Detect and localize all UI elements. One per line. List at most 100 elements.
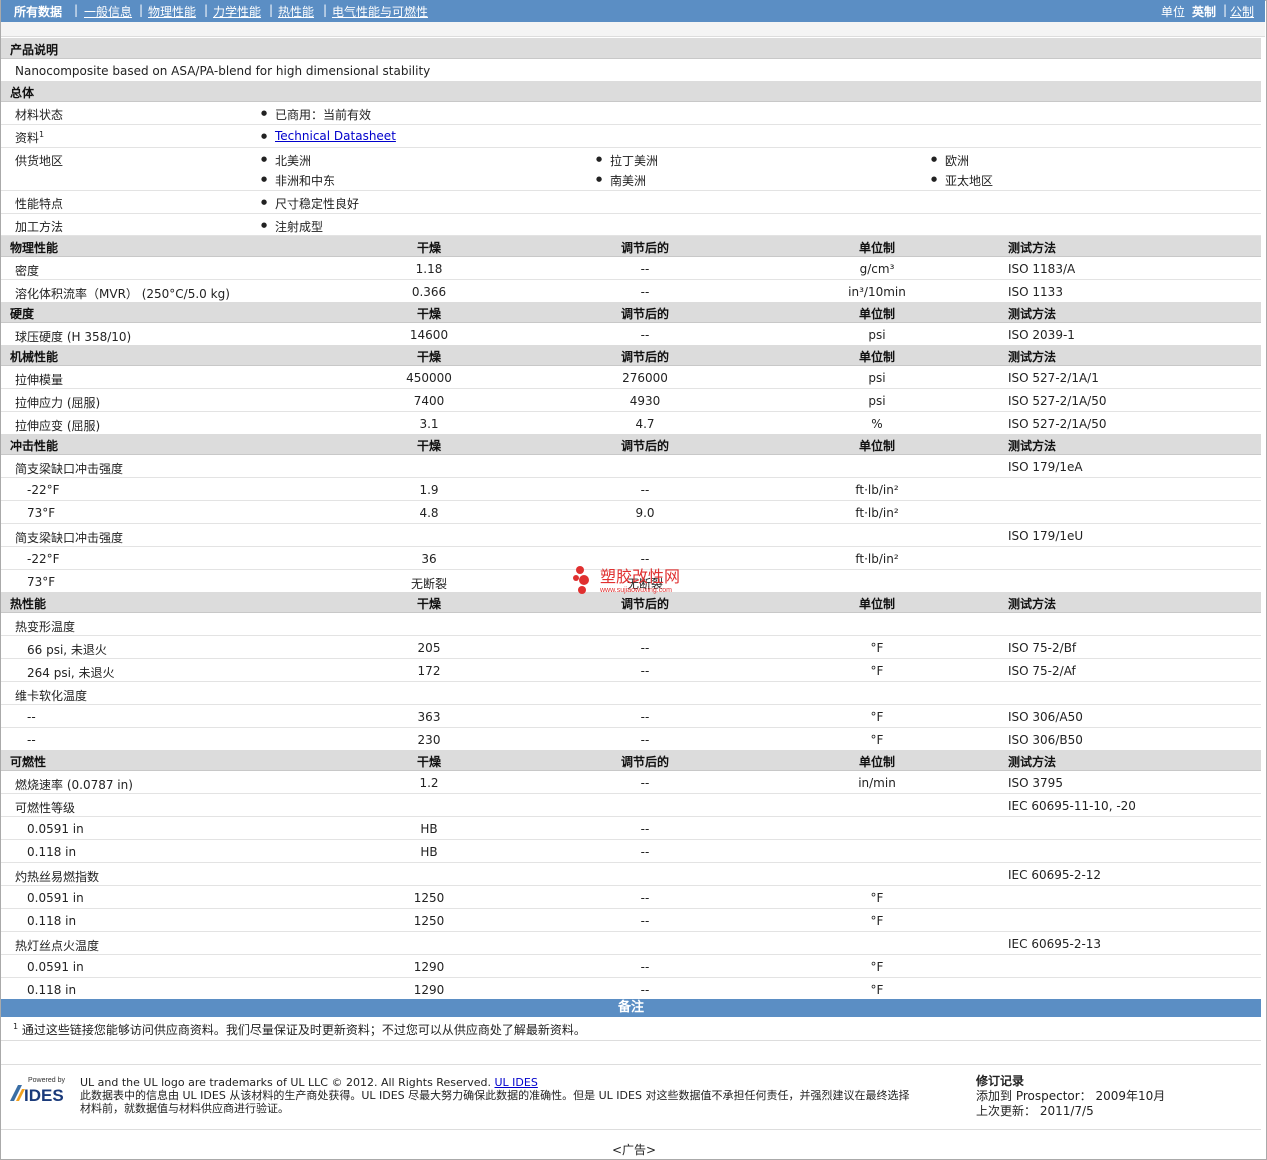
value-conditioned: 9.0 (635, 506, 655, 520)
value-conditioned: 276000 (622, 371, 668, 385)
general-row-source: 资料1 Technical Datasheet (1, 124, 1261, 148)
value-unit: ft·lb/in² (855, 483, 899, 497)
row-value: 尺寸稳定性良好 (261, 195, 359, 212)
product-description: Nanocomposite based on ASA/PA-blend for … (15, 64, 431, 78)
property-name: 0.118 in (27, 914, 77, 928)
property-name: -22°F (27, 483, 60, 497)
test-method: ISO 527-2/1A/1 (1008, 371, 1099, 385)
property-name: 66 psi, 未退火 (27, 643, 107, 657)
value-dry: 1.2 (419, 776, 439, 790)
value-dry: HB (420, 845, 438, 859)
section-header-hardness: 硬度 干燥 调节后的 单位制 测试方法 (1, 302, 1261, 323)
test-method: ISO 75-2/Bf (1008, 641, 1077, 655)
general-row-status: 材料状态 已商用：当前有效 (1, 101, 1261, 125)
notes-spacer (1, 1040, 1261, 1065)
value-unit: °F (870, 710, 884, 724)
value-unit: °F (870, 983, 884, 997)
row-value: 注射成型 (261, 218, 323, 235)
property-name: 可燃性等级 (15, 801, 76, 815)
value-dry: 1.18 (415, 262, 443, 276)
value-conditioned: -- (640, 822, 650, 836)
table-row: 拉伸应力 (屈服) 7400 4930 psi ISO 527-2/1A/50 (1, 389, 1261, 412)
col-header-conditioned: 调节后的 (620, 755, 670, 769)
svg-text:www.sujiaowuxing.com: www.sujiaowuxing.com (599, 587, 672, 594)
test-method: ISO 306/B50 (1008, 733, 1083, 747)
table-row: 密度 1.18 -- g/cm³ ISO 1183/A (1, 257, 1261, 280)
property-name: 73°F (27, 506, 56, 520)
section-title: 机械性能 (10, 350, 59, 364)
property-name: 73°F (27, 575, 56, 589)
test-method: ISO 75-2/Af (1008, 664, 1076, 678)
row-label: 供货地区 (15, 154, 64, 168)
value-dry: 36 (421, 552, 437, 566)
table-row: 热变形温度 (1, 613, 1261, 636)
section-header-general: 总体 (1, 81, 1261, 102)
revision-history: 修订记录 添加到 Prospector： 2009年10月 上次更新： 2011… (976, 1074, 1166, 1118)
property-name: 燃烧速率 (0.0787 in) (15, 778, 133, 792)
value-unit: psi (868, 371, 886, 385)
property-name: 热灯丝点火温度 (15, 939, 100, 953)
table-row: -- 363 -- °F ISO 306/A50 (1, 705, 1261, 728)
col-header-unit: 单位制 (858, 241, 896, 255)
technical-datasheet-link[interactable]: Technical Datasheet (261, 129, 396, 143)
value-dry: 3.1 (419, 417, 439, 431)
test-method: ISO 1133 (1008, 285, 1063, 299)
tab-thermal[interactable]: 热性能 (278, 3, 314, 20)
section-title: 热性能 (10, 597, 47, 611)
unit-label: 单位 (1161, 5, 1186, 19)
tab-electrical[interactable]: 电气性能与可燃性 (332, 3, 428, 20)
nav-separator: | (323, 3, 328, 17)
property-name: 0.0591 in (27, 822, 84, 836)
top-nav: 所有数据 | 一般信息 | 物理性能 | 力学性能 | 热性能 | 电气性能与可… (1, 0, 1265, 22)
table-row: 264 psi, 未退火 172 -- °F ISO 75-2/Af (1, 659, 1261, 682)
col-header-conditioned: 调节后的 (620, 241, 670, 255)
svg-text:Powered by: Powered by (28, 1077, 65, 1084)
notes-header: 备注 (1, 999, 1261, 1017)
table-row: 0.0591 in 1290 -- °F (1, 955, 1261, 978)
property-name: -- (27, 710, 36, 724)
tab-all-data[interactable]: 所有数据 (14, 3, 62, 20)
value-conditioned: -- (640, 262, 650, 276)
col-header-conditioned: 调节后的 (620, 439, 670, 453)
region-item: 拉丁美洲 (596, 152, 658, 169)
section-title: 冲击性能 (10, 439, 59, 453)
section-header-product: 产品说明 (1, 38, 1261, 59)
test-method: ISO 179/1eA (1008, 460, 1083, 474)
tab-mechanical[interactable]: 力学性能 (213, 3, 261, 20)
col-header-dry: 干燥 (416, 439, 442, 453)
svg-text:塑胶改性网: 塑胶改性网 (600, 567, 680, 586)
property-name: 简支梁缺口冲击强度 (15, 531, 124, 545)
property-name: 灼热丝易燃指数 (15, 870, 100, 884)
value-dry: 4.8 (419, 506, 439, 520)
tab-physical[interactable]: 物理性能 (148, 3, 196, 20)
section-header-physical: 物理性能 干燥 调节后的 单位制 测试方法 (1, 236, 1261, 257)
table-row: 0.118 in 1290 -- °F (1, 978, 1261, 1001)
value-unit: psi (868, 328, 886, 342)
product-description-row: Nanocomposite based on ASA/PA-blend for … (1, 59, 1261, 82)
unit-metric[interactable]: 公制 (1230, 3, 1254, 20)
property-name: 维卡软化温度 (15, 689, 88, 703)
col-header-dry: 干燥 (416, 597, 442, 611)
value-unit: ft·lb/in² (855, 552, 899, 566)
property-name: 0.0591 in (27, 960, 84, 974)
tab-general[interactable]: 一般信息 (84, 3, 132, 20)
test-method: IEC 60695-2-13 (1008, 937, 1102, 951)
value-dry: 205 (417, 641, 441, 655)
notes-row: 1 通过这些链接您能够访问供应商资料。我们尽量保证及时更新资料；不过您可以从供应… (1, 1018, 1261, 1041)
region-item: 亚太地区 (931, 172, 993, 189)
value-dry: 363 (417, 710, 441, 724)
section-title: 总体 (10, 86, 35, 100)
section-header-mechanical: 机械性能 干燥 调节后的 单位制 测试方法 (1, 345, 1261, 366)
test-method: ISO 1183/A (1008, 262, 1076, 276)
table-row: 球压硬度 (H 358/10) 14600 -- psi ISO 2039-1 (1, 323, 1261, 346)
footer-divider (1, 1128, 1261, 1130)
test-method: ISO 527-2/1A/50 (1008, 417, 1107, 431)
value-conditioned: -- (640, 328, 650, 342)
property-name: -- (27, 733, 36, 747)
table-row: 0.118 in 1250 -- °F (1, 909, 1261, 932)
ul-ides-link[interactable]: UL IDES (495, 1076, 538, 1089)
value-unit: °F (870, 733, 884, 747)
table-row: 简支梁缺口冲击强度 ISO 179/1eA (1, 455, 1261, 478)
unit-english[interactable]: 英制 (1192, 3, 1216, 20)
col-header-method: 测试方法 (1008, 597, 1057, 611)
